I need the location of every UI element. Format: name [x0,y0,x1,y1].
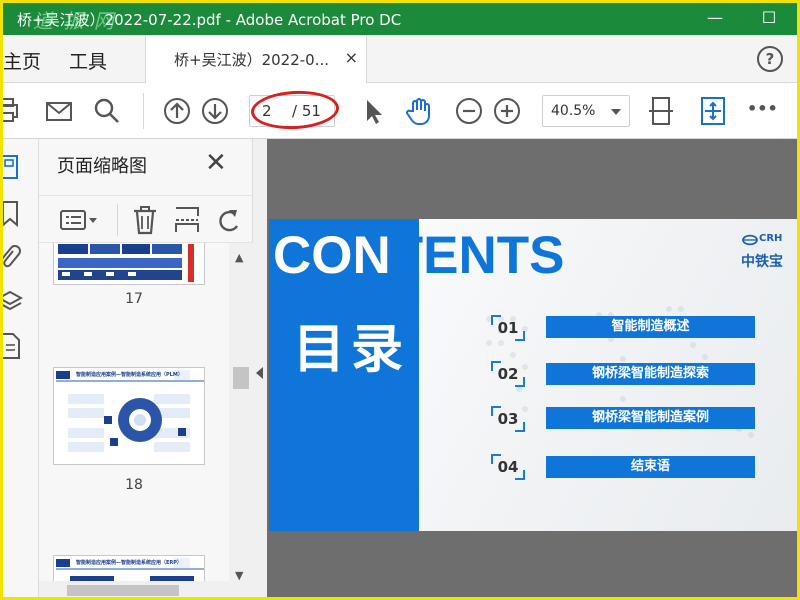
contents-heading-blue: TENTS [390,226,565,285]
tab-tools[interactable]: 工具 [69,47,107,74]
scrollbar-thumb[interactable] [233,367,249,389]
toc-item-04[interactable]: 结束语 [546,456,755,478]
panel-splitter[interactable] [253,139,267,597]
bracket-icon [515,377,525,387]
toolbar-divider [143,93,144,129]
bracket-icon [491,315,501,325]
bracket-icon [491,406,501,416]
extract-pages-icon[interactable] [173,204,201,236]
tab-home[interactable]: 主页 [3,47,41,74]
title-bar: 桥+吴江波）2022-07-22.pdf - Adobe Acrobat Pro… [3,3,797,35]
search-icon[interactable] [91,95,123,127]
minimize-button[interactable]: — [703,7,727,31]
panel-title: 页面缩略图 [57,156,147,177]
thumbnail-page-17[interactable] [53,243,205,285]
toc-item-03[interactable]: 钢桥梁智能制造案例 [546,407,755,429]
thumbnail-list: 17 智能制造应用案例—智能制造系统应用（PLM） 18 智能制造应用案例—智能… [39,243,229,597]
attachment-icon[interactable] [3,243,23,273]
close-tab-icon[interactable]: × [345,48,358,67]
more-options-icon[interactable]: ••• [747,99,779,131]
company-logo: CRH 中铁宝 [741,227,797,271]
bracket-icon [515,422,525,432]
logo-text-cn: 中铁宝 [741,254,783,270]
panel-toolbar-divider [117,204,118,236]
panel-toolbar [39,195,253,243]
next-page-icon[interactable] [199,95,231,127]
thumbnail-heading-19: 智能制造应用案例—智能制造系统应用（ERP） [76,560,182,566]
toc-item-01[interactable]: 智能制造概述 [546,316,755,338]
select-cursor-icon[interactable] [357,95,389,127]
maximize-button[interactable]: ☐ [757,7,781,31]
scroll-up-icon[interactable]: ▲ [235,251,243,264]
toc-item-02[interactable]: 钢桥梁智能制造探索 [546,363,755,385]
bracket-icon [491,361,501,371]
watermark-text: 道 振 网 [33,9,116,33]
trash-icon[interactable] [131,204,159,236]
zoom-select[interactable]: 40.5% [542,95,630,127]
layers-icon[interactable] [3,287,24,317]
close-panel-icon[interactable]: ✕ [205,148,227,178]
fit-page-icon[interactable] [645,95,677,127]
help-button[interactable]: ? [757,46,783,72]
document-tab-label: 桥+吴江波）2022-0... [174,51,330,69]
email-icon[interactable] [43,95,75,127]
rotate-icon[interactable] [215,204,243,236]
bracket-icon [491,454,501,464]
contents-heading: CONTENTS [273,225,565,286]
scroll-down-icon[interactable]: ▼ [235,569,243,582]
toc-number-03: 03 [491,406,525,432]
toc-number-02: 02 [491,361,525,387]
logo-mark-icon [742,234,758,246]
document-icon[interactable] [3,331,23,361]
toc-number-01: 01 [491,315,525,341]
toc-number-04: 04 [491,454,525,480]
thumbnail-label-17: 17 [125,291,143,307]
thumbnail-page-18[interactable]: 智能制造应用案例—智能制造系统应用（PLM） [53,367,205,465]
print-icon[interactable] [3,95,27,127]
navigation-rail [3,139,39,597]
zoom-value: 40.5% [551,103,596,119]
contents-heading-white: CON [273,226,391,285]
thumbnail-label-18: 18 [125,477,143,493]
thumbnail-options-icon[interactable] [59,206,99,234]
horizontal-scrollbar[interactable] [39,581,229,597]
horizontal-scrollbar-thumb[interactable] [67,585,179,596]
zoom-in-icon[interactable] [491,95,523,127]
bookmark-icon[interactable] [3,199,23,229]
tab-bar: 主页 工具 桥+吴江波）2022-0... × ? [3,35,797,83]
hand-tool-icon[interactable] [403,95,435,127]
app-window: 桥+吴江波）2022-07-22.pdf - Adobe Acrobat Pro… [0,0,800,600]
document-view[interactable]: CONTENTS 目录 CRH 中铁宝 01 智能制造概述 02 钢桥梁智能制造… [253,139,797,597]
toc-heading: 目录 [293,320,410,380]
thumbnail-scrollbar[interactable]: ▲ ▼ [229,243,253,597]
tab-document[interactable]: 桥+吴江波）2022-0... × [145,35,367,83]
chevron-down-icon [611,109,621,115]
zoom-out-icon[interactable] [453,95,485,127]
pdf-page: CONTENTS 目录 CRH 中铁宝 01 智能制造概述 02 钢桥梁智能制造… [269,219,797,531]
toolbar: 2 / 51 40.5% ••• [3,83,797,139]
bracket-icon [515,470,525,480]
previous-page-icon[interactable] [161,95,193,127]
collapse-panel-icon[interactable] [256,367,263,379]
thumbnail-heading-18: 智能制造应用案例—智能制造系统应用（PLM） [76,372,183,378]
thumbnails-panel: 页面缩略图 ✕ 17 智能制造应用案例—智能制造系统应用（PLM） 18 智能制… [39,139,253,597]
bracket-icon [515,331,525,341]
page-thumbnails-icon[interactable] [3,153,23,183]
logo-text-en: CRH [759,233,783,244]
full-screen-icon[interactable] [697,95,729,127]
